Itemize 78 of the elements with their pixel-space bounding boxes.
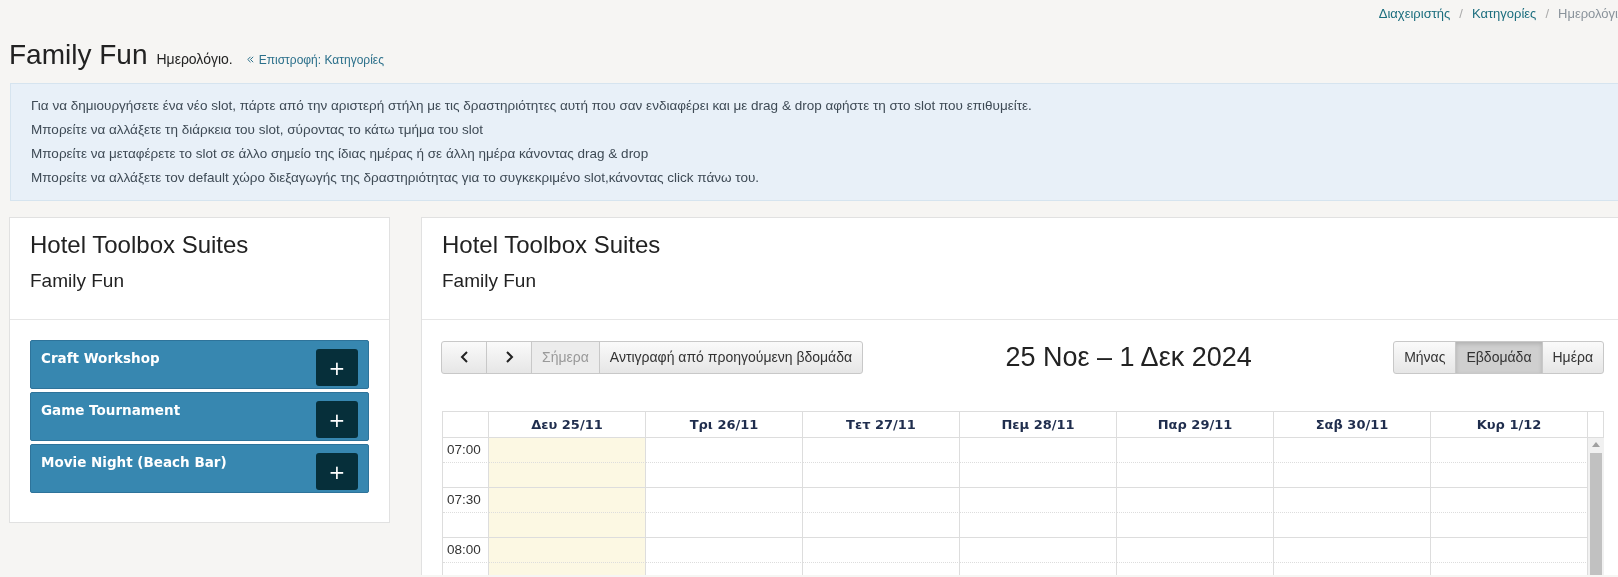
panel-title: Hotel Toolbox Suites — [442, 231, 662, 260]
time-slot[interactable] — [1117, 488, 1274, 513]
time-slot[interactable] — [803, 538, 960, 563]
activity-name: Craft Workshop — [41, 350, 160, 366]
chevron-left-icon — [459, 351, 469, 363]
time-slot[interactable] — [1274, 538, 1431, 563]
time-slot[interactable] — [646, 513, 803, 538]
view-tab[interactable]: Εβδομάδα — [1455, 340, 1543, 374]
time-slot[interactable] — [960, 438, 1117, 463]
activity-item[interactable]: Craft Workshop + — [30, 340, 369, 389]
time-slot[interactable] — [646, 488, 803, 513]
time-slot[interactable] — [489, 438, 646, 463]
breadcrumb-current-page: Ημερολόγι — [1558, 6, 1618, 23]
panel-subtitle: Family Fun — [30, 270, 125, 292]
day-header: Κυρ 1/12 — [1431, 412, 1588, 438]
back-link[interactable]: Επιστροφή: Κατηγορίες — [245, 52, 384, 67]
add-button[interactable]: + — [316, 453, 358, 490]
time-slot[interactable] — [1274, 463, 1431, 488]
scrollbar-thumb[interactable] — [1590, 453, 1602, 575]
panel-title: Hotel Toolbox Suites — [30, 231, 250, 260]
breadcrumb-separator: / — [1545, 6, 1549, 23]
chevron-right-icon — [504, 351, 514, 363]
time-slot[interactable] — [1431, 513, 1588, 538]
next-button[interactable] — [486, 340, 532, 374]
time-slot[interactable] — [960, 488, 1117, 513]
add-button[interactable]: + — [316, 401, 358, 438]
time-slot[interactable] — [1117, 513, 1274, 538]
time-slot[interactable] — [1274, 438, 1431, 463]
time-slot[interactable] — [1431, 488, 1588, 513]
time-slot[interactable] — [1274, 513, 1431, 538]
info-text: Μπορείτε να μεταφέρετε το slot σε άλλο σημείο της ίδιας ημέρας ή σε άλλη ημέρα κάνοντας drag & drop — [31, 145, 650, 163]
time-slot[interactable] — [1431, 538, 1588, 563]
day-header: Σαβ 30/11 — [1274, 412, 1431, 438]
date-range: 25 Νοε – 1 Δεκ 2024 — [1005, 341, 1252, 373]
double-chevron-icon — [245, 55, 255, 64]
add-button[interactable]: + — [316, 349, 358, 386]
time-slot[interactable] — [646, 538, 803, 563]
time-slot[interactable] — [960, 513, 1117, 538]
day-header: Παρ 29/11 — [1117, 412, 1274, 438]
time-slot[interactable] — [803, 513, 960, 538]
time-slot[interactable] — [803, 438, 960, 463]
time-slot[interactable] — [960, 538, 1117, 563]
time-slot[interactable] — [803, 463, 960, 488]
time-slot[interactable] — [960, 463, 1117, 488]
day-header: Τρι 26/11 — [646, 412, 803, 438]
page-subtitle: Ημερολόγιο. — [156, 51, 233, 67]
day-header: Πεμ 28/11 — [960, 412, 1117, 438]
activity-item[interactable]: Game Tournament + — [30, 392, 369, 441]
time-slot[interactable] — [489, 488, 646, 513]
activity-name: Movie Night (Beach Bar) — [41, 454, 227, 470]
scroll-up-icon[interactable] — [1592, 442, 1600, 447]
time-slot[interactable] — [489, 538, 646, 563]
panel-subtitle: Family Fun — [442, 270, 537, 292]
time-slot[interactable] — [1431, 463, 1588, 488]
time-slot[interactable] — [1117, 463, 1274, 488]
time-slot[interactable] — [1117, 538, 1274, 563]
info-text: Μπορείτε να αλλάξετε τη διάρκεια του slot, σύροντας το κάτω τμήμα του slot — [31, 121, 485, 139]
breadcrumb-link[interactable]: Διαχειριστής — [1378, 6, 1451, 26]
time-slot[interactable] — [489, 513, 646, 538]
info-text: Μπορείτε να αλλάξετε τον default χώρο διεξαγωγής της δραστηριότητας για το συγκεκριμένο slot,κάνοντας click πάνω του. — [31, 169, 761, 187]
time-slot[interactable] — [803, 488, 960, 513]
time-slot[interactable] — [646, 463, 803, 488]
toolbar-button[interactable]: Αντιγραφή από προηγούμενη βδομάδα — [598, 340, 864, 374]
time-slot[interactable] — [1117, 438, 1274, 463]
view-tab[interactable]: Ημέρα — [1541, 340, 1604, 374]
info-text: Για να δημιουργήσετε ένα νέο slot, πάρτε από την αριστερή στήλη με τις δραστηριότητες αυτή που σαν ενδιαφέρει και με drag & drop αφήστε τη στο slot που επιθυμείτε. — [31, 97, 1033, 115]
scrollbar[interactable] — [1588, 438, 1604, 575]
activity-item[interactable]: Movie Night (Beach Bar) + — [30, 444, 369, 493]
activity-name: Game Tournament — [41, 402, 181, 418]
time-slot[interactable] — [1274, 488, 1431, 513]
breadcrumb-separator: / — [1459, 6, 1463, 23]
previous-button[interactable] — [441, 340, 487, 374]
day-header: Τετ 27/11 — [803, 412, 960, 438]
breadcrumb-link[interactable]: Κατηγορίες — [1471, 6, 1537, 26]
page-title: Family Fun — [9, 39, 148, 71]
view-tab[interactable]: Μήνας — [1393, 340, 1457, 374]
time-slot[interactable] — [646, 438, 803, 463]
time-slot[interactable] — [489, 463, 646, 488]
